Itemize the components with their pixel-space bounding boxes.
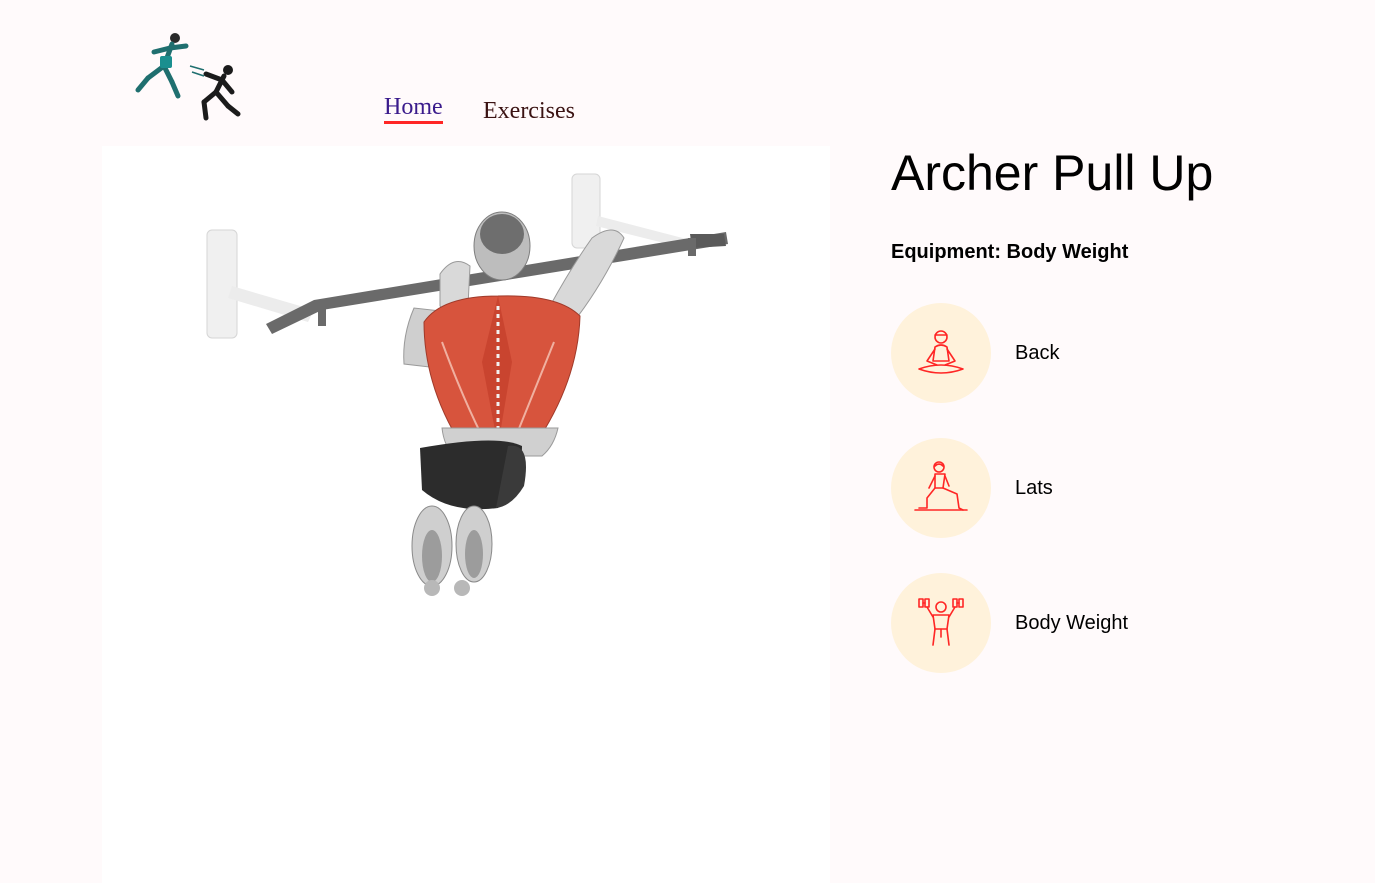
tag-icon-circle bbox=[891, 303, 991, 403]
lunge-pose-icon bbox=[914, 461, 968, 511]
archer-pull-up-illustration bbox=[206, 173, 728, 596]
tag-label: Body Weight bbox=[1015, 612, 1129, 634]
nav-exercises-link[interactable]: Exercises bbox=[483, 97, 575, 125]
exercise-image-panel bbox=[102, 146, 830, 883]
tag-icon-circle bbox=[891, 438, 991, 538]
tag-icon-circle bbox=[891, 573, 991, 673]
navbar: Home Exercises bbox=[102, 0, 830, 146]
target-tag-lats: Lats bbox=[891, 438, 1311, 538]
target-tag-back: Back bbox=[891, 303, 1311, 403]
equipment-line: Equipment: Body Weight bbox=[891, 241, 1129, 263]
exercise-title: Archer Pull Up bbox=[891, 145, 1214, 201]
runners-logo-icon[interactable] bbox=[120, 30, 244, 124]
dumbbell-lifter-icon bbox=[918, 598, 964, 646]
nav-home-link[interactable]: Home bbox=[384, 94, 443, 124]
tag-label: Back bbox=[1015, 342, 1060, 364]
tag-label: Lats bbox=[1015, 477, 1053, 499]
exercise-detail-page: Home Exercises Archer Pull Up Equipment:… bbox=[0, 0, 1375, 883]
exercise-detail: Archer Pull Up Equipment: Body Weight Ba… bbox=[891, 145, 1351, 673]
target-tag-body-weight: Body Weight bbox=[891, 573, 1311, 673]
meditation-pose-icon bbox=[918, 330, 964, 374]
